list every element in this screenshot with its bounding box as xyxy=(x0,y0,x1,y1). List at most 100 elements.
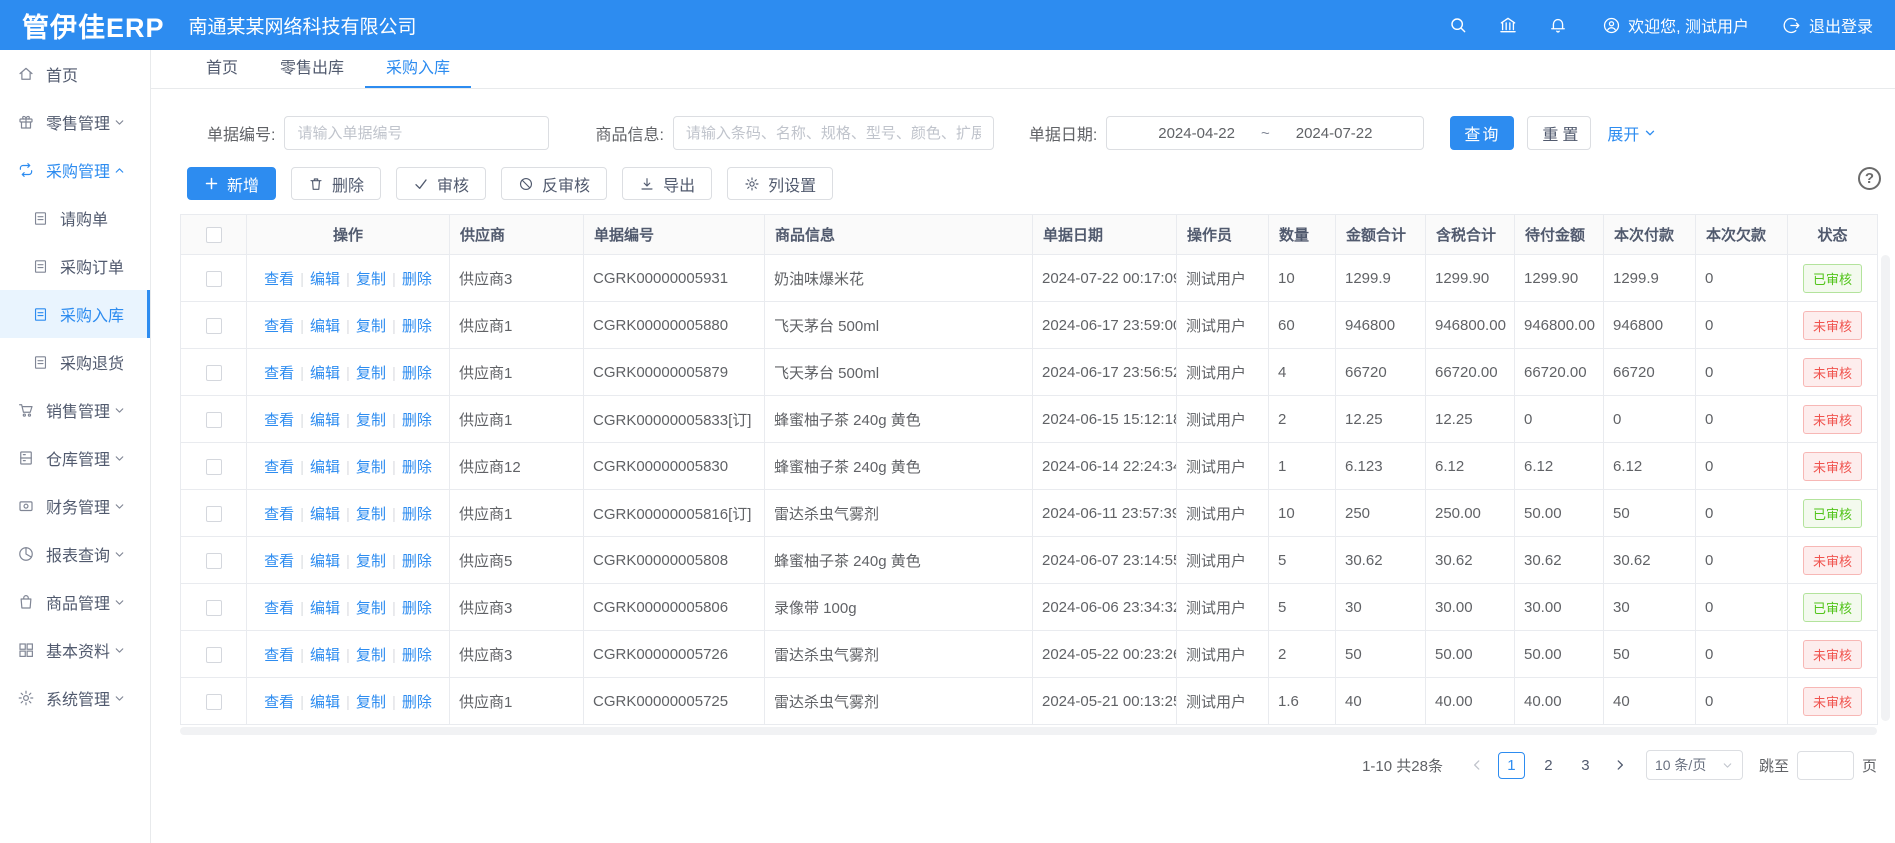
sidebar-item-finance-mgmt[interactable]: 财务管理 xyxy=(0,482,150,530)
column-settings-button[interactable]: 列设置 xyxy=(727,167,833,200)
jump-to-input[interactable] xyxy=(1797,751,1854,780)
sidebar-item-basic-data[interactable]: 基本资料 xyxy=(0,626,150,674)
export-button[interactable]: 导出 xyxy=(622,167,712,200)
vertical-scrollbar[interactable] xyxy=(1881,255,1890,721)
audit-button[interactable]: 审核 xyxy=(396,167,486,200)
delete-link[interactable]: 删除 xyxy=(402,600,432,617)
row-checkbox[interactable] xyxy=(206,647,222,663)
row-checkbox[interactable] xyxy=(206,600,222,616)
tab-purchase-inbound[interactable]: 采购入库 xyxy=(365,50,471,88)
edit-link[interactable]: 编辑 xyxy=(310,412,340,429)
row-checkbox[interactable] xyxy=(206,365,222,381)
next-page-icon[interactable] xyxy=(1613,758,1627,772)
copy-link[interactable]: 复制 xyxy=(356,365,386,382)
row-checkbox[interactable] xyxy=(206,412,222,428)
delete-link[interactable]: 删除 xyxy=(402,506,432,523)
edit-link[interactable]: 编辑 xyxy=(310,600,340,617)
prev-page-icon[interactable] xyxy=(1470,758,1484,772)
row-checkbox[interactable] xyxy=(206,459,222,475)
unaudit-button[interactable]: 反审核 xyxy=(501,167,607,200)
sidebar-item-retail-mgmt[interactable]: 零售管理 xyxy=(0,98,150,146)
page-button-2[interactable]: 2 xyxy=(1535,752,1562,779)
edit-link[interactable]: 编辑 xyxy=(310,647,340,664)
sidebar-item-purchase-order[interactable]: 采购订单 xyxy=(0,242,150,290)
view-link[interactable]: 查看 xyxy=(264,271,294,288)
table-row: 查看|编辑|复制|删除 供应商1 CGRK00000005725 雷达杀虫气雾剂… xyxy=(181,678,1878,725)
view-link[interactable]: 查看 xyxy=(264,553,294,570)
edit-link[interactable]: 编辑 xyxy=(310,365,340,382)
bank-icon[interactable] xyxy=(1498,15,1518,35)
sidebar-item-sales-mgmt[interactable]: 销售管理 xyxy=(0,386,150,434)
view-link[interactable]: 查看 xyxy=(264,600,294,617)
copy-link[interactable]: 复制 xyxy=(356,412,386,429)
view-link[interactable]: 查看 xyxy=(264,365,294,382)
sidebar-item-purchase-return[interactable]: 采购退货 xyxy=(0,338,150,386)
edit-link[interactable]: 编辑 xyxy=(310,553,340,570)
row-checkbox[interactable] xyxy=(206,506,222,522)
view-link[interactable]: 查看 xyxy=(264,694,294,711)
delete-link[interactable]: 删除 xyxy=(402,365,432,382)
copy-link[interactable]: 复制 xyxy=(356,271,386,288)
delete-link[interactable]: 删除 xyxy=(402,459,432,476)
view-link[interactable]: 查看 xyxy=(264,506,294,523)
row-checkbox[interactable] xyxy=(206,553,222,569)
copy-link[interactable]: 复制 xyxy=(356,694,386,711)
copy-link[interactable]: 复制 xyxy=(356,553,386,570)
delete-link[interactable]: 删除 xyxy=(402,694,432,711)
sidebar-item-report-query[interactable]: 报表查询 xyxy=(0,530,150,578)
cell-payable: 40.00 xyxy=(1515,678,1604,725)
date-range-picker[interactable]: 2024-04-22 ~ 2024-07-22 xyxy=(1106,116,1424,150)
sidebar-item-purchase-request[interactable]: 请购单 xyxy=(0,194,150,242)
view-link[interactable]: 查看 xyxy=(264,412,294,429)
copy-link[interactable]: 复制 xyxy=(356,647,386,664)
help-icon[interactable]: ? xyxy=(1858,167,1881,190)
tab-retail-outbound[interactable]: 零售出库 xyxy=(259,50,365,88)
delete-link[interactable]: 删除 xyxy=(402,647,432,664)
copy-link[interactable]: 复制 xyxy=(356,506,386,523)
row-checkbox[interactable] xyxy=(206,271,222,287)
view-link[interactable]: 查看 xyxy=(264,318,294,335)
date-end[interactable]: 2024-07-22 xyxy=(1296,125,1373,142)
delete-button[interactable]: 删除 xyxy=(291,167,381,200)
edit-link[interactable]: 编辑 xyxy=(310,318,340,335)
sidebar-item-purchase-mgmt[interactable]: 采购管理 xyxy=(0,146,150,194)
edit-link[interactable]: 编辑 xyxy=(310,459,340,476)
expand-link[interactable]: 展开 xyxy=(1607,121,1657,145)
search-button[interactable]: 查询 xyxy=(1450,116,1514,150)
delete-link[interactable]: 删除 xyxy=(402,553,432,570)
edit-link[interactable]: 编辑 xyxy=(310,506,340,523)
date-start[interactable]: 2024-04-22 xyxy=(1158,125,1235,142)
sidebar-item-goods-mgmt[interactable]: 商品管理 xyxy=(0,578,150,626)
copy-link[interactable]: 复制 xyxy=(356,459,386,476)
page-size-select[interactable]: 10 条/页 xyxy=(1646,750,1743,780)
tab-home[interactable]: 首页 xyxy=(185,50,259,88)
row-checkbox[interactable] xyxy=(206,694,222,710)
sidebar-item-home[interactable]: 首页 xyxy=(0,50,150,98)
page-button-1[interactable]: 1 xyxy=(1498,752,1525,779)
sidebar-item-warehouse-mgmt[interactable]: 仓库管理 xyxy=(0,434,150,482)
horizontal-scrollbar[interactable] xyxy=(180,727,1877,735)
order-no-input[interactable] xyxy=(284,116,549,150)
add-button[interactable]: 新增 xyxy=(187,167,276,200)
view-link[interactable]: 查看 xyxy=(264,647,294,664)
user-menu[interactable]: 欢迎您, 测试用户 xyxy=(1602,13,1749,37)
reset-button[interactable]: 重置 xyxy=(1527,116,1591,150)
cell-product: 录像带 100g xyxy=(765,584,1033,631)
sidebar-item-purchase-inbound[interactable]: 采购入库 xyxy=(0,290,150,338)
view-link[interactable]: 查看 xyxy=(264,459,294,476)
edit-link[interactable]: 编辑 xyxy=(310,271,340,288)
select-all-checkbox[interactable] xyxy=(206,227,222,243)
delete-link[interactable]: 删除 xyxy=(402,412,432,429)
product-info-input[interactable] xyxy=(673,116,994,150)
copy-link[interactable]: 复制 xyxy=(356,318,386,335)
sidebar-item-system-mgmt[interactable]: 系统管理 xyxy=(0,674,150,722)
bell-icon[interactable] xyxy=(1548,15,1568,35)
copy-link[interactable]: 复制 xyxy=(356,600,386,617)
delete-link[interactable]: 删除 xyxy=(402,271,432,288)
row-checkbox[interactable] xyxy=(206,318,222,334)
logout-button[interactable]: 退出登录 xyxy=(1783,13,1873,37)
delete-link[interactable]: 删除 xyxy=(402,318,432,335)
edit-link[interactable]: 编辑 xyxy=(310,694,340,711)
search-icon[interactable] xyxy=(1448,15,1468,35)
page-button-3[interactable]: 3 xyxy=(1572,752,1599,779)
